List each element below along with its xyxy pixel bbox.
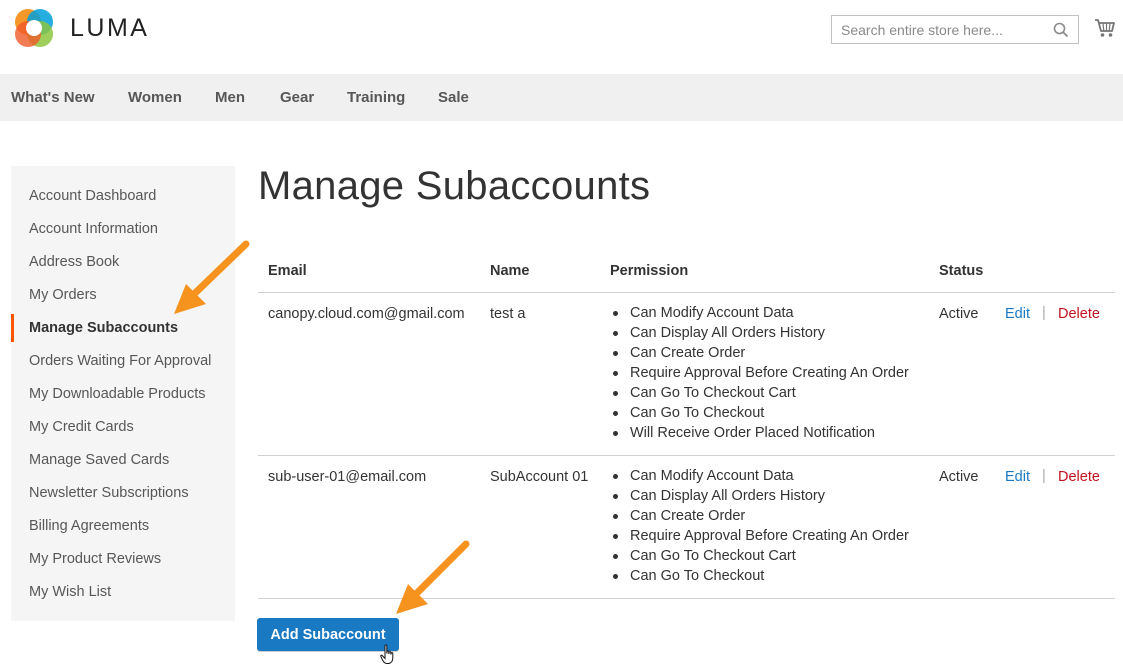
sidebar-item-my-wish-list[interactable]: My Wish List <box>11 578 235 606</box>
luma-logo-icon <box>15 9 53 47</box>
column-header-permission: Permission <box>610 263 689 279</box>
sidebar-item-account-dashboard[interactable]: Account Dashboard <box>11 182 235 210</box>
permission-item: Can Modify Account Data <box>610 466 909 486</box>
row-email: canopy.cloud.com@gmail.com <box>268 306 465 322</box>
permission-item: Can Modify Account Data <box>610 303 909 323</box>
nav-item-sale[interactable]: Sale <box>438 74 469 121</box>
row-permissions: Can Modify Account Data Can Display All … <box>610 466 909 586</box>
row-name: test a <box>490 306 526 322</box>
sidebar-item-my-product-reviews[interactable]: My Product Reviews <box>11 545 235 573</box>
permission-item: Can Display All Orders History <box>610 486 909 506</box>
edit-link[interactable]: Edit <box>1005 306 1030 322</box>
sidebar-item-newsletter-subscriptions[interactable]: Newsletter Subscriptions <box>11 479 235 507</box>
nav-item-gear[interactable]: Gear <box>280 74 314 121</box>
sidebar-item-manage-saved-cards[interactable]: Manage Saved Cards <box>11 446 235 474</box>
edit-link[interactable]: Edit <box>1005 469 1030 485</box>
nav-item-men[interactable]: Men <box>215 74 245 121</box>
account-sidebar: Account Dashboard Account Information Ad… <box>11 166 235 621</box>
annotation-arrow-icon <box>396 540 470 614</box>
permission-item: Can Go To Checkout <box>610 566 909 586</box>
nav-item-training[interactable]: Training <box>347 74 405 121</box>
row-status: Active <box>939 469 979 485</box>
row-name: SubAccount 01 <box>490 469 589 485</box>
permission-item: Require Approval Before Creating An Orde… <box>610 526 909 546</box>
permission-item: Require Approval Before Creating An Orde… <box>610 363 909 383</box>
table-divider <box>258 455 1115 456</box>
permission-item: Can Create Order <box>610 343 909 363</box>
search-box <box>831 15 1079 44</box>
page-title: Manage Subaccounts <box>258 164 651 208</box>
search-icon[interactable] <box>1053 22 1069 38</box>
brand-name: LUMA <box>70 13 150 42</box>
luma-logo[interactable]: LUMA <box>12 6 149 50</box>
sidebar-item-account-information[interactable]: Account Information <box>11 215 235 243</box>
sidebar-item-my-orders[interactable]: My Orders <box>11 281 235 309</box>
permission-item: Can Go To Checkout Cart <box>610 546 909 566</box>
sidebar-item-my-downloadable-products[interactable]: My Downloadable Products <box>11 380 235 408</box>
row-permissions: Can Modify Account Data Can Display All … <box>610 303 909 443</box>
nav-item-whats-new[interactable]: What's New <box>11 74 95 121</box>
delete-link[interactable]: Delete <box>1058 306 1100 322</box>
column-header-email: Email <box>268 263 307 279</box>
sidebar-item-my-credit-cards[interactable]: My Credit Cards <box>11 413 235 441</box>
action-separator: | <box>1042 468 1046 484</box>
column-header-status: Status <box>939 263 984 279</box>
header: LUMA <box>0 0 1123 74</box>
permission-item: Can Display All Orders History <box>610 323 909 343</box>
sidebar-item-manage-subaccounts: Manage Subaccounts <box>11 314 235 342</box>
hand-cursor-icon <box>380 644 394 664</box>
add-subaccount-button[interactable]: Add Subaccount <box>257 618 399 651</box>
table-divider <box>258 292 1115 293</box>
permission-item: Can Go To Checkout <box>610 403 909 423</box>
sidebar-item-orders-waiting-for-approval[interactable]: Orders Waiting For Approval <box>11 347 235 375</box>
permission-item: Will Receive Order Placed Notification <box>610 423 909 443</box>
nav-item-women[interactable]: Women <box>128 74 182 121</box>
action-separator: | <box>1042 305 1046 321</box>
permission-item: Can Create Order <box>610 506 909 526</box>
table-divider <box>258 598 1115 599</box>
row-status: Active <box>939 306 979 322</box>
row-email: sub-user-01@email.com <box>268 469 427 485</box>
permission-item: Can Go To Checkout Cart <box>610 383 909 403</box>
main-navigation: What's New Women Men Gear Training Sale <box>0 74 1123 121</box>
sidebar-item-billing-agreements[interactable]: Billing Agreements <box>11 512 235 540</box>
search-input[interactable] <box>832 16 1051 43</box>
delete-link[interactable]: Delete <box>1058 469 1100 485</box>
cart-icon[interactable] <box>1094 17 1116 39</box>
column-header-name: Name <box>490 263 530 279</box>
sidebar-item-address-book[interactable]: Address Book <box>11 248 235 276</box>
